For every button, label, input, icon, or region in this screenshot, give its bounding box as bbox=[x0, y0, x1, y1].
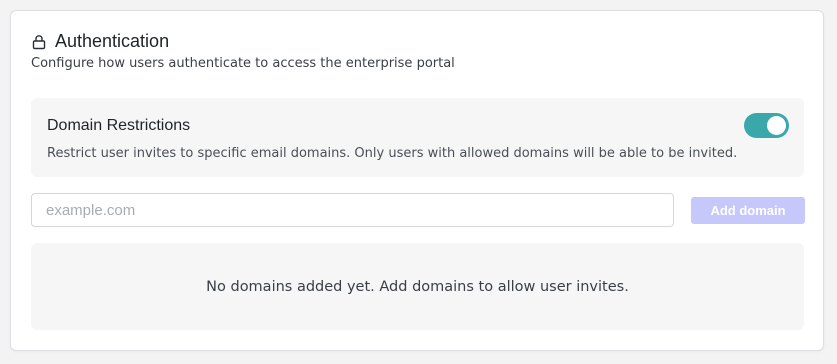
domain-restrictions-title: Domain Restrictions bbox=[47, 117, 191, 134]
section-title: Authentication bbox=[55, 31, 170, 51]
toggle-knob bbox=[767, 116, 786, 135]
domain-restrictions-toggle[interactable] bbox=[744, 113, 789, 138]
authentication-card: Authentication Configure how users authe… bbox=[10, 10, 824, 351]
lock-icon bbox=[31, 34, 47, 50]
section-header: Authentication bbox=[31, 31, 169, 52]
empty-state-message: No domains added yet. Add domains to all… bbox=[206, 278, 629, 295]
domain-input[interactable] bbox=[31, 193, 674, 227]
domains-list-empty-state: No domains added yet. Add domains to all… bbox=[31, 243, 804, 330]
domain-restrictions-description: Restrict user invites to specific email … bbox=[47, 146, 738, 161]
add-domain-button[interactable]: Add domain bbox=[691, 197, 805, 224]
domain-restrictions-panel: Domain Restrictions Restrict user invite… bbox=[31, 98, 804, 177]
section-subtitle: Configure how users authenticate to acce… bbox=[31, 56, 455, 71]
